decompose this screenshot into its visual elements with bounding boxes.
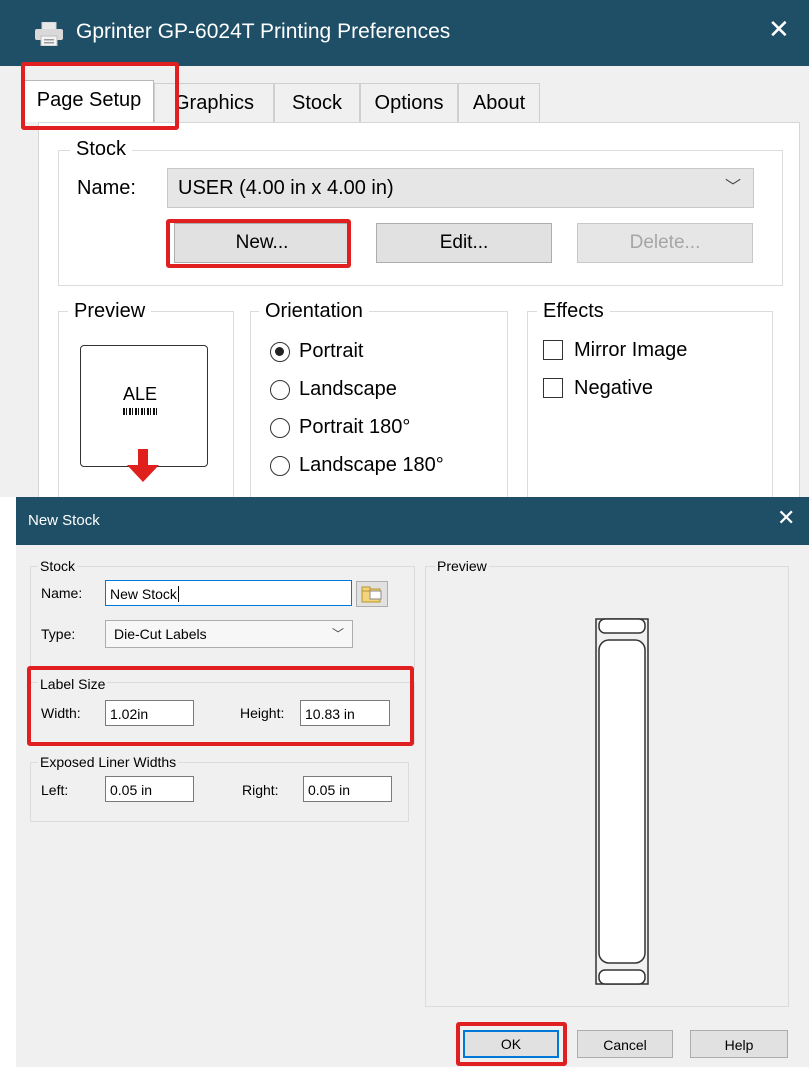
stock-group-label: Stock	[70, 138, 133, 161]
mirror-image-checkbox[interactable]	[543, 340, 563, 360]
chevron-down-icon: ﹀	[724, 179, 741, 196]
window-title: Gprinter GP-6024T Printing Preferences	[76, 20, 451, 43]
edit-stock-button[interactable]: Edit...	[376, 223, 552, 263]
ns-preview-label: Preview	[435, 558, 489, 574]
printing-preferences-title-bar: Gprinter GP-6024T Printing Preferences ✕	[0, 0, 809, 66]
stock-name-combo[interactable]: USER (4.00 in x 4.00 in) ﹀	[167, 168, 754, 208]
label-size-group-label: Label Size	[38, 676, 108, 692]
portrait-label: Portrait	[299, 340, 364, 362]
width-label: Width:	[41, 705, 81, 721]
ns-type-select[interactable]: Die-Cut Labels ﹀	[105, 620, 353, 648]
dialog-title: New Stock	[28, 512, 100, 529]
right-input[interactable]: 0.05 in	[303, 776, 392, 802]
close-icon[interactable]: ✕	[777, 507, 795, 529]
delete-stock-button[interactable]: Delete...	[577, 223, 753, 263]
preview-group-label: Preview	[68, 300, 152, 323]
landscape-180-radio[interactable]	[270, 456, 290, 476]
negative-checkbox[interactable]	[543, 378, 563, 398]
mirror-image-label: Mirror Image	[574, 339, 688, 361]
help-button[interactable]: Help	[690, 1030, 788, 1058]
arrow-down-icon	[127, 449, 159, 482]
portrait-radio[interactable]	[270, 342, 290, 362]
portrait-180-radio[interactable]	[270, 418, 290, 438]
width-input[interactable]: 1.02in	[105, 700, 194, 726]
left-input[interactable]: 0.05 in	[105, 776, 194, 802]
landscape-180-label: Landscape 180°	[299, 454, 444, 476]
stock-name-label: Name:	[77, 177, 136, 199]
tab-graphics[interactable]: Graphics	[154, 83, 274, 122]
liner-widths-group-label: Exposed Liner Widths	[38, 754, 179, 770]
effects-group-label: Effects	[537, 300, 610, 323]
landscape-label: Landscape	[299, 378, 397, 400]
new-stock-button[interactable]: New...	[174, 223, 350, 263]
height-label: Height:	[240, 705, 285, 721]
ns-name-input[interactable]: New Stock	[105, 580, 352, 606]
height-input[interactable]: 10.83 in	[300, 700, 390, 726]
tab-about[interactable]: About	[458, 83, 540, 122]
landscape-radio[interactable]	[270, 380, 290, 400]
tab-page-setup[interactable]: Page Setup	[24, 80, 154, 122]
ns-name-label: Name:	[41, 585, 83, 601]
right-label: Right:	[242, 782, 279, 798]
new-stock-title-bar: New Stock ✕	[16, 497, 809, 545]
browse-stock-button[interactable]	[356, 581, 388, 607]
stock-name-value: USER (4.00 in x 4.00 in)	[178, 177, 394, 199]
preview-sample-text: ALE	[123, 384, 158, 404]
ns-stock-group-label: Stock	[38, 558, 78, 574]
chevron-down-icon: ﹀	[331, 627, 344, 641]
portrait-180-label: Portrait 180°	[299, 416, 411, 438]
cancel-button[interactable]: Cancel	[577, 1030, 673, 1058]
negative-label: Negative	[574, 377, 653, 399]
orientation-group-label: Orientation	[259, 300, 369, 323]
printer-icon	[35, 22, 63, 46]
label-roll-preview	[595, 618, 649, 985]
ns-type-label: Type:	[41, 626, 76, 642]
ok-button[interactable]: OK	[463, 1030, 559, 1058]
tab-stock[interactable]: Stock	[274, 83, 360, 122]
folder-icon	[361, 586, 382, 603]
left-label: Left:	[41, 782, 69, 798]
close-icon[interactable]: ✕	[768, 16, 790, 42]
tab-options[interactable]: Options	[360, 83, 458, 122]
barcode-icon	[123, 408, 157, 415]
